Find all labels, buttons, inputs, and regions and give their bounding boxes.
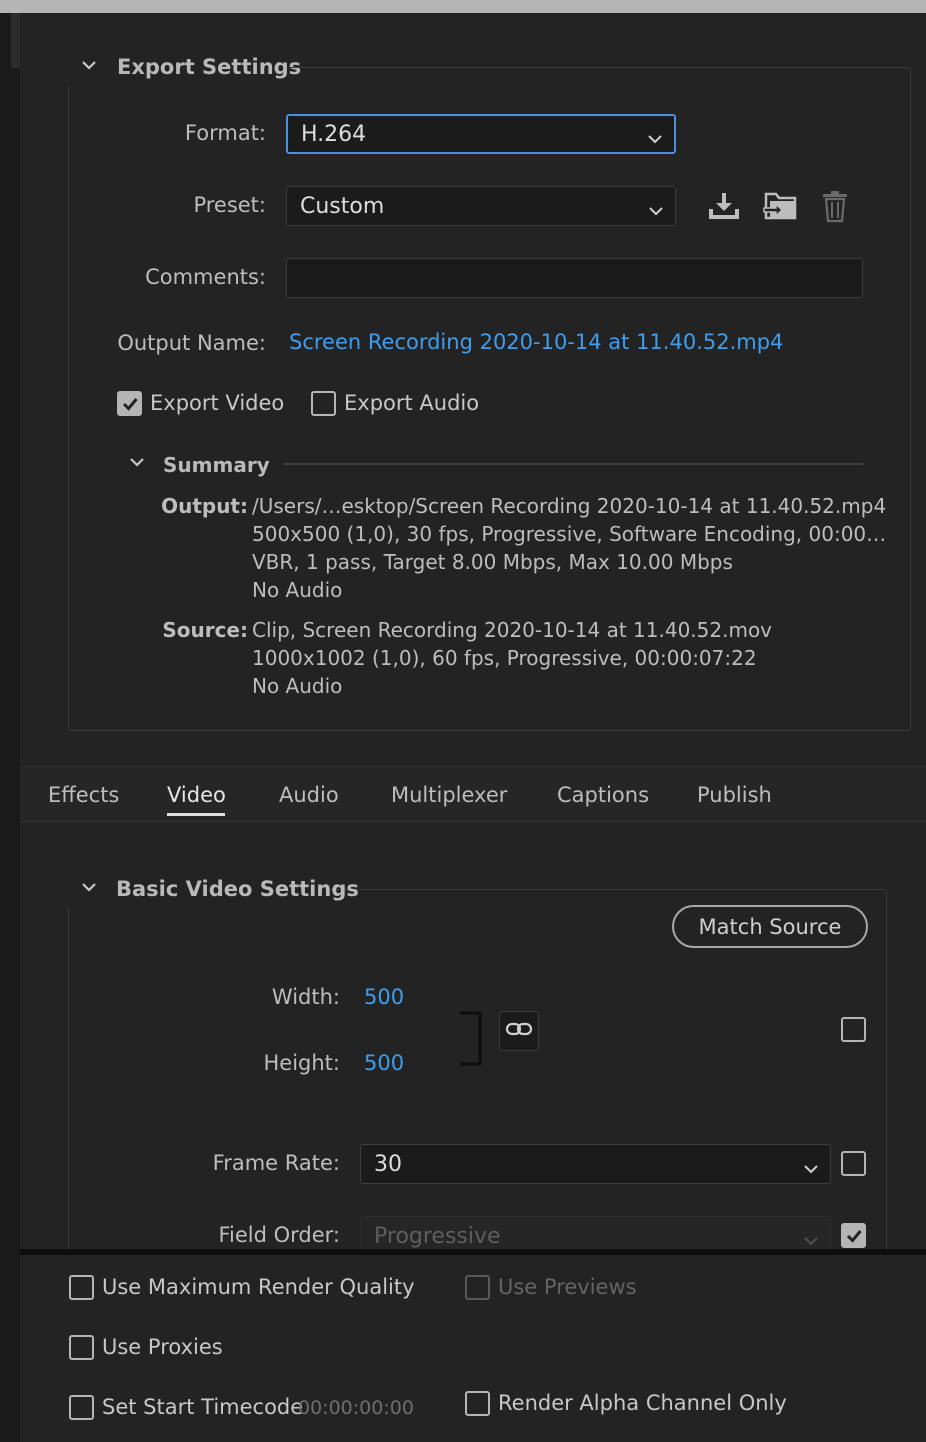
summary-source-line: No Audio: [252, 674, 343, 698]
summary-source-key: Source:: [162, 618, 248, 642]
match-source-button[interactable]: Match Source: [672, 905, 868, 948]
output-name-label: Output Name:: [117, 331, 266, 355]
tab-video[interactable]: Video: [167, 783, 226, 807]
summary-output-line: No Audio: [252, 578, 343, 602]
height-label: Height:: [263, 1051, 341, 1075]
collapse-summary-icon[interactable]: [129, 455, 144, 469]
save-preset-icon[interactable]: [704, 186, 744, 226]
summary-source-line: 1000x1002 (1,0), 60 fps, Progressive, 00…: [252, 646, 757, 670]
export-video-checkbox[interactable]: [117, 391, 142, 416]
chevron-down-icon: [647, 127, 663, 152]
field-order-override-checkbox[interactable]: [841, 1223, 866, 1248]
panel-divider: [20, 1249, 926, 1255]
set-start-timecode-label: Set Start Timecode: [102, 1395, 304, 1419]
dimensions-override-checkbox[interactable]: [841, 1017, 866, 1042]
link-dimensions-button[interactable]: [499, 1011, 539, 1051]
export-settings-title: Export Settings: [117, 55, 302, 79]
tab-effects[interactable]: Effects: [48, 783, 119, 807]
chain-link-icon: [505, 1021, 533, 1041]
comments-input[interactable]: [286, 258, 863, 298]
export-video-label: Export Video: [150, 391, 285, 415]
window-top-bar: [0, 0, 926, 13]
comments-label: Comments:: [145, 265, 266, 289]
use-proxies-checkbox[interactable]: [69, 1335, 94, 1360]
tab-audio[interactable]: Audio: [279, 783, 339, 807]
summary-rule: [283, 463, 863, 465]
use-proxies-label: Use Proxies: [102, 1335, 223, 1359]
left-panel-edge: [0, 13, 20, 1442]
height-value[interactable]: 500: [364, 1051, 404, 1075]
tab-publish[interactable]: Publish: [697, 783, 772, 807]
field-order-label: Field Order:: [218, 1223, 340, 1247]
active-tab-indicator: [167, 813, 225, 816]
summary-output-line: VBR, 1 pass, Target 8.00 Mbps, Max 10.00…: [252, 550, 733, 574]
section-rule: [288, 67, 910, 68]
export-audio-label: Export Audio: [344, 391, 480, 415]
summary-title: Summary: [163, 453, 270, 477]
collapse-basic-video-icon[interactable]: [81, 880, 96, 894]
format-select[interactable]: H.264: [286, 114, 676, 154]
max-render-quality-label: Use Maximum Render Quality: [102, 1275, 415, 1299]
basic-video-settings-title: Basic Video Settings: [116, 877, 359, 901]
preset-select[interactable]: Custom: [286, 186, 676, 226]
summary-output-line: /Users/…esktop/Screen Recording 2020-10-…: [252, 494, 887, 518]
preset-value: Custom: [300, 193, 385, 219]
preset-label: Preset:: [193, 193, 266, 217]
frame-rate-select[interactable]: 30: [360, 1144, 831, 1184]
left-panel-scroll-thumb[interactable]: [11, 13, 20, 68]
width-value[interactable]: 500: [364, 985, 404, 1009]
delete-preset-icon[interactable]: [815, 186, 855, 226]
frame-rate-label: Frame Rate:: [212, 1151, 340, 1175]
frame-rate-value: 30: [374, 1151, 402, 1177]
use-previews-label: Use Previews: [498, 1275, 637, 1299]
format-value: H.264: [301, 121, 367, 147]
use-previews-checkbox: [465, 1275, 490, 1300]
summary-output-key: Output:: [161, 494, 248, 518]
field-order-value: Progressive: [374, 1223, 501, 1249]
tab-captions[interactable]: Captions: [557, 783, 649, 807]
aspect-bracket: [458, 1011, 484, 1071]
import-preset-icon[interactable]: [760, 186, 800, 226]
output-name-link[interactable]: Screen Recording 2020-10-14 at 11.40.52.…: [289, 330, 783, 354]
max-render-quality-checkbox[interactable]: [69, 1275, 94, 1300]
collapse-export-settings-icon[interactable]: [81, 58, 96, 72]
set-start-timecode-checkbox[interactable]: [69, 1395, 94, 1420]
format-label: Format:: [184, 121, 266, 145]
start-timecode-value: 00:00:00:00: [298, 1397, 414, 1419]
summary-source-line: Clip, Screen Recording 2020-10-14 at 11.…: [252, 618, 773, 642]
export-audio-checkbox[interactable]: [311, 391, 336, 416]
width-label: Width:: [271, 985, 340, 1009]
summary-output-line: 500x500 (1,0), 30 fps, Progressive, Soft…: [252, 522, 887, 546]
chevron-down-icon: [648, 199, 664, 224]
chevron-down-icon: [803, 1157, 819, 1182]
render-alpha-label: Render Alpha Channel Only: [498, 1391, 787, 1415]
tab-multiplexer[interactable]: Multiplexer: [391, 783, 507, 807]
frame-rate-override-checkbox[interactable]: [841, 1151, 866, 1176]
render-alpha-checkbox[interactable]: [465, 1391, 490, 1416]
